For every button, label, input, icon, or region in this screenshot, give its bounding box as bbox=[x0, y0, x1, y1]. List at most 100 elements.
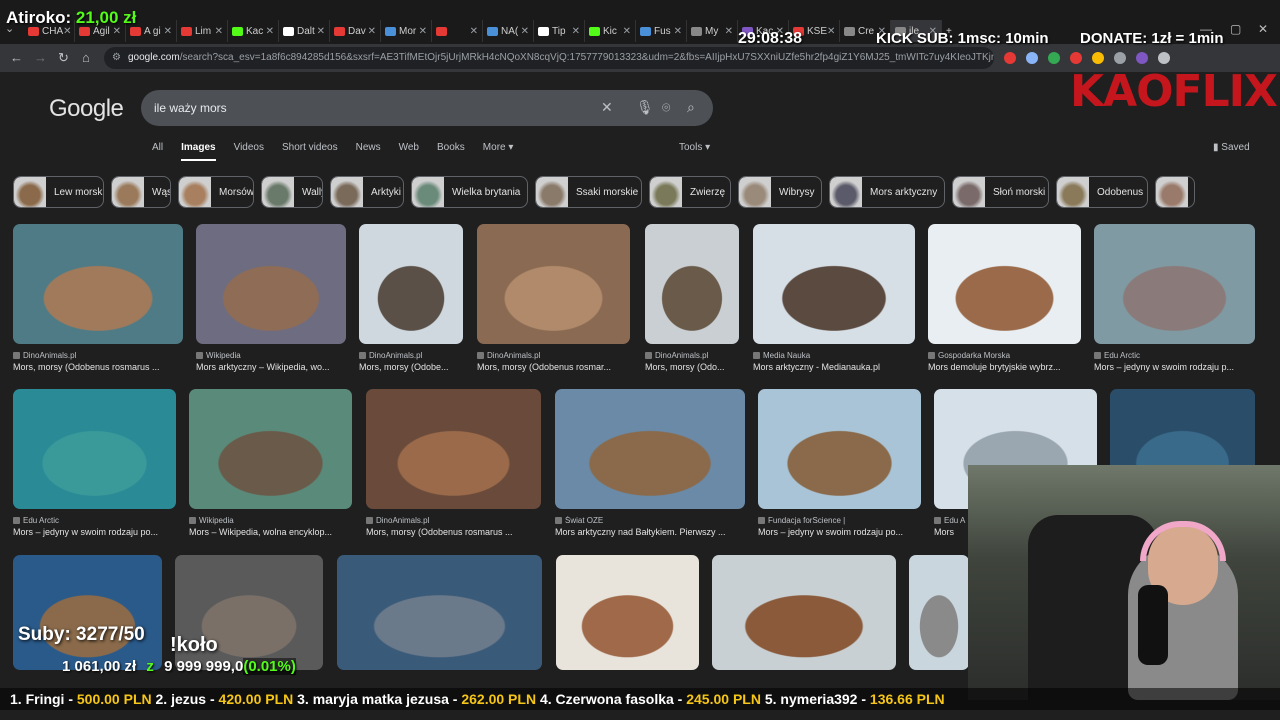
result-title[interactable]: Mors arktyczny - Medianauka.pl bbox=[753, 362, 915, 372]
result-image[interactable] bbox=[359, 224, 463, 344]
result-title[interactable]: Mors demoluje brytyjskie wybrz... bbox=[928, 362, 1081, 372]
browser-tab[interactable]: Tip ✕ bbox=[534, 20, 585, 42]
result-title[interactable]: Mors, morsy (Odobenus rosmarus ... bbox=[13, 362, 183, 372]
tab-close-icon[interactable]: ✕ bbox=[572, 26, 580, 37]
filter-tab[interactable]: News bbox=[356, 142, 381, 161]
extension-icon[interactable] bbox=[1026, 52, 1038, 64]
image-result[interactable]: Media Nauka Mors arktyczny - Medianauka.p… bbox=[753, 224, 915, 372]
result-image[interactable] bbox=[196, 224, 346, 344]
image-result[interactable] bbox=[13, 555, 162, 670]
result-image[interactable] bbox=[555, 389, 745, 509]
result-title[interactable]: Mors, morsy (Odo... bbox=[645, 362, 739, 372]
image-result[interactable] bbox=[556, 555, 699, 670]
result-title[interactable]: Mors – Wikipedia, wolna encyklop... bbox=[189, 527, 352, 537]
tab-close-icon[interactable]: ✕ bbox=[623, 26, 631, 37]
saved-button[interactable]: ▮ Saved bbox=[1213, 142, 1250, 153]
suggestion-chip[interactable]: Odobenus bbox=[1056, 176, 1148, 208]
url-input[interactable]: ⚙ google.com/search?sca_esv=1a8f6c894285… bbox=[104, 47, 994, 69]
browser-tab[interactable]: Kic ✕ bbox=[585, 20, 636, 42]
tab-close-icon[interactable]: ✕ bbox=[317, 26, 325, 37]
result-image[interactable] bbox=[556, 555, 699, 670]
result-image[interactable] bbox=[477, 224, 630, 344]
result-title[interactable]: Mors – jedyny w swoim rodzaju po... bbox=[758, 527, 921, 537]
image-result[interactable] bbox=[712, 555, 896, 670]
result-title[interactable]: Mors, morsy (Odobe... bbox=[359, 362, 463, 372]
result-title[interactable]: Mors, morsy (Odobenus rosmarus ... bbox=[366, 527, 541, 537]
result-title[interactable]: Mors arktyczny – Wikipedia, wo... bbox=[196, 362, 346, 372]
browser-tab[interactable]: ✕ bbox=[432, 20, 483, 42]
browser-tab[interactable]: My ✕ bbox=[687, 20, 738, 42]
image-result[interactable]: Fundacja forScience | Mors – jedyny w swo… bbox=[758, 389, 921, 537]
filter-tab[interactable]: Web bbox=[399, 142, 419, 161]
result-image[interactable] bbox=[712, 555, 896, 670]
browser-tab[interactable]: Dalt ✕ bbox=[279, 20, 330, 42]
suggestion-chip[interactable]: Wąsy bbox=[111, 176, 171, 208]
image-result[interactable] bbox=[909, 555, 969, 670]
extension-icon[interactable] bbox=[1092, 52, 1104, 64]
suggestion-chip[interactable]: Wibrysy bbox=[738, 176, 822, 208]
image-result[interactable]: Edu Arctic Mors – jedyny w swoim rodzaju … bbox=[1094, 224, 1255, 372]
result-image[interactable] bbox=[189, 389, 352, 509]
suggestion-chip[interactable]: Morsów bbox=[178, 176, 254, 208]
image-result[interactable]: DinoAnimals.pl Mors, morsy (Odobenus rosm… bbox=[366, 389, 541, 537]
home-icon[interactable]: ⌂ bbox=[82, 50, 90, 65]
image-result[interactable]: Wikipedia Mors arktyczny – Wikipedia, wo.… bbox=[196, 224, 346, 372]
maximize-icon[interactable]: ▢ bbox=[1230, 22, 1241, 36]
filter-tab[interactable]: More ▾ bbox=[483, 142, 514, 161]
tab-close-icon[interactable]: ✕ bbox=[725, 26, 733, 37]
result-image[interactable] bbox=[13, 224, 183, 344]
image-result[interactable]: DinoAnimals.pl Mors, morsy (Odobenus rosm… bbox=[477, 224, 630, 372]
image-result[interactable]: DinoAnimals.pl Mors, morsy (Odobe... bbox=[359, 224, 463, 372]
google-logo[interactable]: Google bbox=[49, 95, 124, 123]
reload-icon[interactable]: ↻ bbox=[58, 50, 69, 66]
tab-close-icon[interactable]: ✕ bbox=[266, 26, 274, 37]
suggestion-chip[interactable]: Wielka brytania bbox=[411, 176, 528, 208]
browser-tab[interactable]: NA(✕ bbox=[483, 20, 534, 42]
tab-close-icon[interactable]: ✕ bbox=[419, 26, 427, 37]
site-info-icon[interactable]: ⚙ bbox=[112, 47, 121, 69]
extension-icon[interactable] bbox=[1048, 52, 1060, 64]
tab-close-icon[interactable]: ✕ bbox=[521, 26, 529, 37]
browser-tab[interactable]: Lim ✕ bbox=[177, 20, 228, 42]
tab-close-icon[interactable]: ✕ bbox=[368, 26, 376, 37]
result-image[interactable] bbox=[909, 555, 969, 670]
result-image[interactable] bbox=[366, 389, 541, 509]
menu-icon[interactable] bbox=[1158, 52, 1170, 64]
back-icon[interactable]: ← bbox=[10, 50, 23, 65]
result-image[interactable] bbox=[758, 389, 921, 509]
result-image[interactable] bbox=[13, 389, 176, 509]
search-icon[interactable]: ⌕ bbox=[687, 99, 695, 116]
suggestion-chip[interactable]: Kły bbox=[1155, 176, 1195, 208]
filter-tab[interactable]: Short videos bbox=[282, 142, 338, 161]
suggestion-chip[interactable]: Wally bbox=[261, 176, 323, 208]
result-image[interactable] bbox=[1094, 224, 1255, 344]
suggestion-chip[interactable]: Słoń morski bbox=[952, 176, 1049, 208]
tab-close-icon[interactable]: ✕ bbox=[674, 26, 682, 37]
suggestion-chip[interactable]: Lew morski bbox=[13, 176, 104, 208]
tab-close-icon[interactable]: ✕ bbox=[164, 26, 172, 37]
suggestion-chip[interactable]: Arktyki bbox=[330, 176, 404, 208]
filter-tab[interactable]: All bbox=[152, 142, 163, 161]
lens-icon[interactable]: ⌾ bbox=[662, 99, 670, 116]
tools-button[interactable]: Tools ▾ bbox=[679, 142, 710, 153]
microphone-icon[interactable]: 🎙 bbox=[636, 99, 654, 116]
result-image[interactable] bbox=[928, 224, 1081, 344]
result-image[interactable] bbox=[13, 555, 162, 670]
extension-icon[interactable] bbox=[1114, 52, 1126, 64]
close-window-icon[interactable]: ✕ bbox=[1258, 22, 1268, 36]
result-title[interactable]: Mors, morsy (Odobenus rosmar... bbox=[477, 362, 630, 372]
image-result[interactable]: Wikipedia Mors – Wikipedia, wolna encyklo… bbox=[189, 389, 352, 537]
result-image[interactable] bbox=[645, 224, 739, 344]
browser-tab[interactable]: Mor ✕ bbox=[381, 20, 432, 42]
extension-icon[interactable] bbox=[1136, 52, 1148, 64]
extension-icon[interactable] bbox=[1004, 52, 1016, 64]
tab-close-icon[interactable]: ✕ bbox=[215, 26, 223, 37]
suggestion-chip[interactable]: Ssaki morskie bbox=[535, 176, 642, 208]
browser-tab[interactable]: Dav ✕ bbox=[330, 20, 381, 42]
image-result[interactable] bbox=[337, 555, 542, 670]
result-title[interactable]: Mors arktyczny nad Bałtykiem. Pierwszy .… bbox=[555, 527, 745, 537]
browser-tab[interactable]: Fus ✕ bbox=[636, 20, 687, 42]
tab-close-icon[interactable]: ✕ bbox=[470, 26, 478, 37]
browser-tab[interactable]: Kac ✕ bbox=[228, 20, 279, 42]
result-title[interactable]: Mors – jedyny w swoim rodzaju po... bbox=[13, 527, 176, 537]
